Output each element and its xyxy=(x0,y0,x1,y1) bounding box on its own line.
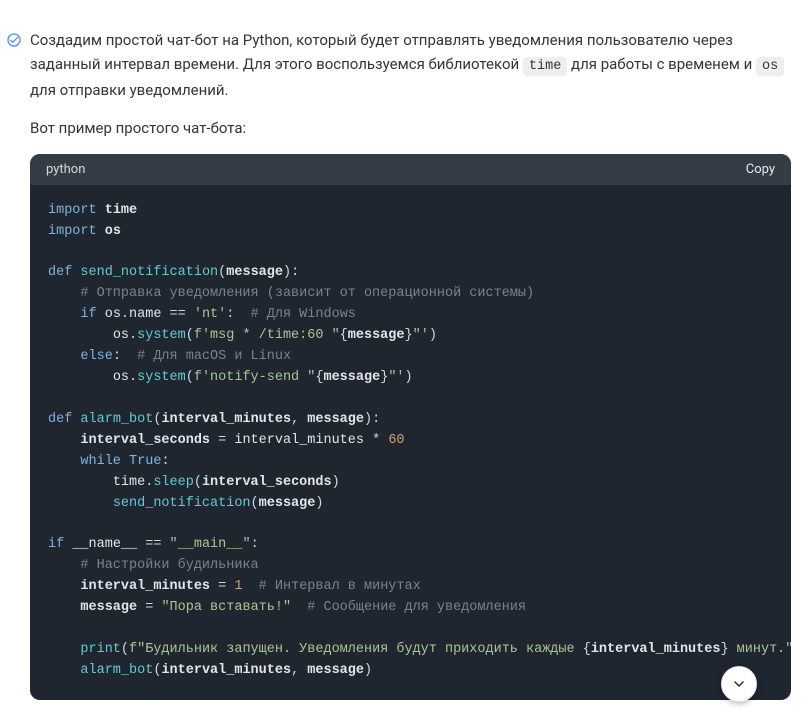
code-token: "' xyxy=(388,370,404,385)
code-token: # Настройки будильника xyxy=(80,558,258,573)
copy-button[interactable]: Copy xyxy=(746,162,775,177)
code-token: # Для Windows xyxy=(251,307,356,322)
inline-code-time: time xyxy=(523,57,567,76)
code-token: if xyxy=(48,537,64,552)
code-token: # Для macOS и Linux xyxy=(137,349,291,364)
code-token: __name__ xyxy=(72,537,137,552)
code-token: interval_minutes xyxy=(591,642,721,657)
code-token: == xyxy=(145,537,161,552)
code-token: message xyxy=(307,412,364,427)
code-token: os xyxy=(105,224,121,239)
code-token: = xyxy=(218,579,226,594)
text: для работы с временем и xyxy=(571,55,756,73)
code-token: message xyxy=(307,663,364,678)
code-token: import xyxy=(48,203,97,218)
code-token: f"Будильник запущен. Уведомления будут п… xyxy=(129,642,583,657)
code-token: while xyxy=(80,454,121,469)
code-token: os xyxy=(105,307,121,322)
code-token: alarm_bot xyxy=(80,412,153,427)
code-token: alarm_bot xyxy=(80,663,153,678)
code-token: time xyxy=(105,203,137,218)
code-token: message xyxy=(226,265,283,280)
code-token: минут." xyxy=(729,642,791,657)
code-token: f'msg * /time:60 " xyxy=(194,328,340,343)
code-header: python Copy xyxy=(30,154,791,185)
code-token: name xyxy=(129,307,161,322)
code-block: python Copy import time import os def se… xyxy=(30,154,791,700)
code-token: interval_minutes xyxy=(80,579,210,594)
code-token: send_notification xyxy=(113,496,251,511)
code-token: sleep xyxy=(153,475,194,490)
code-token: message xyxy=(323,370,380,385)
code-token: message xyxy=(259,496,316,511)
code-token: = xyxy=(218,433,226,448)
code-token: interval_minutes xyxy=(161,412,291,427)
code-token: interval_minutes xyxy=(161,663,291,678)
code-token: "__main__" xyxy=(170,537,251,552)
code-token: def xyxy=(48,412,72,427)
code-token: if xyxy=(80,307,96,322)
code-token: interval_seconds xyxy=(80,433,210,448)
code-token: interval_minutes xyxy=(234,433,364,448)
code-token: system xyxy=(137,328,186,343)
code-token: print xyxy=(80,642,121,657)
code-token: else xyxy=(80,349,112,364)
code-token: os xyxy=(113,328,129,343)
inline-code-os: os xyxy=(756,57,784,76)
avatar-gutter xyxy=(0,18,26,48)
code-token: time xyxy=(113,475,145,490)
code-token: # Сообщение для уведомления xyxy=(307,600,526,615)
code-token: == xyxy=(170,307,186,322)
code-token: = xyxy=(145,600,153,615)
code-token: "' xyxy=(413,328,429,343)
intro-paragraph: Создадим простой чат-бот на Python, кото… xyxy=(30,28,791,102)
code-token: message xyxy=(348,328,405,343)
code-token: interval_seconds xyxy=(202,475,332,490)
scroll-down-button[interactable] xyxy=(721,666,757,702)
code-token: # Интервал в минутах xyxy=(259,579,421,594)
code-content[interactable]: import time import os def send_notificat… xyxy=(30,185,791,700)
lead-in-paragraph: Вот пример простого чат-бота: xyxy=(30,116,791,140)
code-token: send_notification xyxy=(80,265,218,280)
code-token: # Отправка уведомления (зависит от опера… xyxy=(80,286,534,301)
message-content: Создадим простой чат-бот на Python, кото… xyxy=(26,18,791,700)
code-token: message xyxy=(80,600,137,615)
text: для отправки уведомлений. xyxy=(30,81,229,99)
code-token: 60 xyxy=(388,433,404,448)
code-token: os xyxy=(113,370,129,385)
code-token: import xyxy=(48,224,97,239)
code-token: 'nt' xyxy=(194,307,226,322)
code-token: f'notify-send " xyxy=(194,370,316,385)
code-token: True xyxy=(129,454,161,469)
code-token: system xyxy=(137,370,186,385)
assistant-avatar-icon xyxy=(6,32,22,48)
code-token: "Пора вставать!" xyxy=(161,600,291,615)
code-token: * xyxy=(372,433,380,448)
code-token: 1 xyxy=(234,579,242,594)
chevron-down-icon xyxy=(731,676,747,692)
code-token: def xyxy=(48,265,72,280)
assistant-message-row: Создадим простой чат-бот на Python, кото… xyxy=(0,18,791,700)
code-language-label: python xyxy=(46,162,85,177)
